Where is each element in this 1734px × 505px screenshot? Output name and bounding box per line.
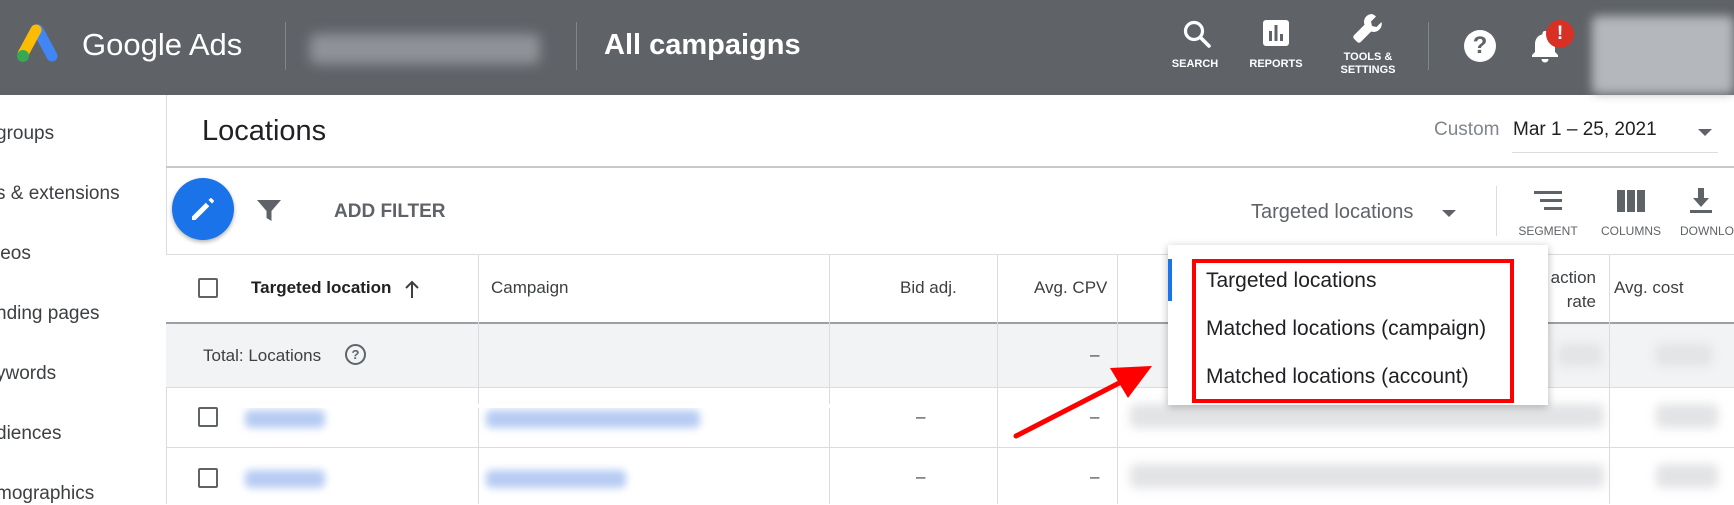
top-bar: Google Ads All campaigns SEARCH REPORTS … [0, 0, 1734, 95]
account-name-blurred[interactable] [310, 34, 540, 64]
select-all-checkbox[interactable] [198, 278, 218, 298]
header-avg-cost[interactable]: Avg. cost [1614, 278, 1684, 298]
annotation-arrow [1013, 366, 1152, 439]
row-campaign-blurred[interactable] [486, 470, 626, 488]
sidebar-item-ads-extensions[interactable]: s & extensions [0, 183, 120, 205]
row-location-blurred[interactable] [245, 470, 325, 488]
columns-icon [1617, 190, 1645, 212]
page-heading: Locations [202, 115, 327, 147]
view-select-value: Targeted locations [1251, 201, 1414, 223]
row-blurred-values [1130, 464, 1604, 488]
date-range-selector[interactable]: Mar 1 – 25, 2021 [1512, 112, 1718, 153]
sidebar-item-ad-groups[interactable]: groups [0, 123, 54, 145]
download-button[interactable]: DOWNLO [1678, 186, 1734, 242]
add-filter-button[interactable]: ADD FILTER [334, 201, 446, 223]
pencil-icon [192, 198, 214, 220]
divider [1496, 186, 1497, 236]
logo-text[interactable]: Google Ads [82, 27, 242, 63]
header-targeted-location[interactable]: Targeted location [251, 278, 391, 298]
date-label: Custom [1434, 119, 1500, 140]
download-label: DOWNLO [1680, 224, 1734, 238]
view-dropdown-menu: Targeted locations Matched locations (ca… [1168, 245, 1548, 405]
row-checkbox[interactable] [198, 407, 218, 427]
row-bid-adj: – [916, 407, 926, 426]
sidebar-item-audiences[interactable]: diences [0, 423, 62, 445]
columns-button[interactable]: COLUMNS [1594, 186, 1668, 242]
segment-button[interactable]: SEGMENT [1512, 186, 1584, 242]
notification-badge: ! [1546, 20, 1574, 48]
filter-icon[interactable] [256, 198, 282, 229]
google-ads-logo-icon[interactable] [14, 24, 60, 64]
total-blurred-value [1656, 344, 1712, 366]
row-blurred-value [1656, 464, 1718, 488]
sidebar-item-videos[interactable]: leos [0, 243, 31, 265]
row-campaign-blurred[interactable] [486, 410, 700, 428]
download-icon [1690, 188, 1712, 213]
columns-label: COLUMNS [1600, 224, 1661, 238]
selected-indicator [1168, 259, 1172, 301]
search-icon [1182, 19, 1212, 54]
annotation-highlight-box [1192, 259, 1514, 403]
redaction-strip [238, 404, 852, 408]
row-avg-cpv: – [1090, 467, 1100, 486]
reports-button[interactable]: REPORTS [1240, 16, 1312, 76]
view-select-dropdown[interactable]: Targeted locations [1250, 199, 1460, 227]
sidebar-item-keywords[interactable]: ywords [0, 363, 56, 385]
help-circle-icon[interactable]: ? [345, 344, 366, 365]
divider [1428, 22, 1429, 70]
chevron-down-icon [1698, 129, 1712, 136]
chevron-down-icon [1442, 210, 1456, 217]
header-campaign[interactable]: Campaign [491, 278, 569, 298]
reports-icon [1262, 19, 1290, 52]
reports-label: REPORTS [1249, 58, 1303, 70]
row-checkbox[interactable] [198, 468, 218, 488]
segment-label: SEGMENT [1518, 224, 1578, 238]
search-label: SEARCH [1171, 58, 1219, 70]
tools-settings-label: TOOLS & SETTINGS [1340, 51, 1396, 76]
header-avg-cpv[interactable]: Avg. CPV [1034, 278, 1107, 298]
row-location-blurred[interactable] [245, 410, 325, 428]
account-avatar-blurred[interactable] [1592, 16, 1734, 94]
arrow-up-icon[interactable] [403, 280, 421, 300]
row-blurred-value [1656, 404, 1718, 428]
edit-fab-button[interactable] [172, 178, 234, 240]
row-bid-adj: – [916, 467, 926, 486]
header-bid-adj[interactable]: Bid adj. [900, 278, 957, 298]
total-blurred-value [1558, 344, 1602, 366]
sidebar-item-demographics[interactable]: mographics [0, 483, 94, 505]
divider [285, 22, 286, 70]
wrench-icon [1350, 10, 1386, 51]
help-icon[interactable]: ? [1464, 30, 1496, 62]
search-button[interactable]: SEARCH [1160, 16, 1230, 76]
total-locations-label: Total: Locations [203, 346, 322, 365]
date-range-value: Mar 1 – 25, 2021 [1513, 119, 1657, 140]
divider [576, 22, 577, 70]
header-shadow [166, 166, 1734, 168]
tools-settings-button[interactable]: TOOLS & SETTINGS [1324, 10, 1412, 80]
row-blurred-values [1130, 404, 1604, 428]
segment-icon [1534, 191, 1562, 210]
sidebar-item-landing-pages[interactable]: nding pages [0, 303, 100, 325]
notifications-button[interactable]: ! [1528, 20, 1578, 72]
sidebar: groups s & extensions leos nding pages y… [0, 95, 167, 504]
page-title: All campaigns [604, 29, 801, 61]
